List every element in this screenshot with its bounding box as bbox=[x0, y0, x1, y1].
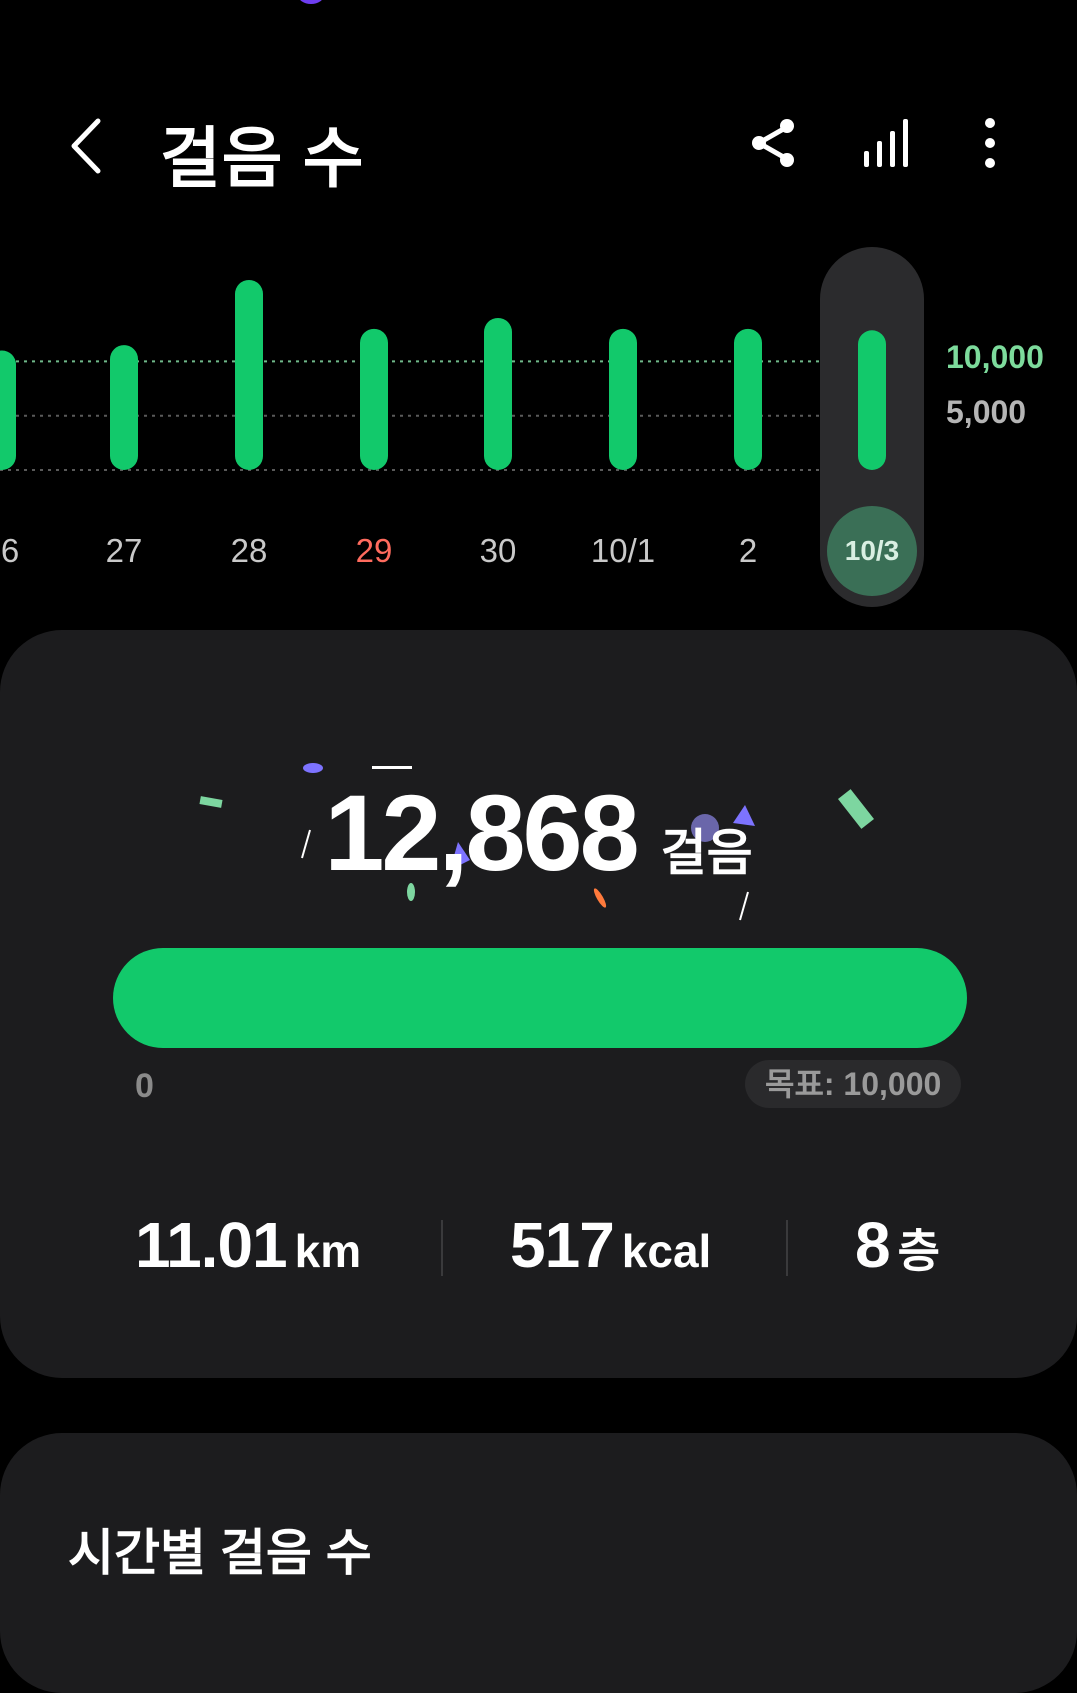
more-options-button[interactable] bbox=[960, 113, 1020, 173]
page-title: 걸음 수 bbox=[160, 121, 365, 195]
metric-divider bbox=[786, 1220, 788, 1276]
chart-x-label[interactable]: 28 bbox=[231, 532, 268, 570]
chart-x-label[interactable]: 30 bbox=[480, 532, 517, 570]
distance-metric: 11.01 km bbox=[135, 1208, 361, 1282]
daily-steps-chart: 6 27 28 29 30 10/1 2 10/3 10,000 5,000 bbox=[0, 245, 1077, 615]
calories-metric: 517 kcal bbox=[510, 1208, 711, 1282]
chart-bar[interactable] bbox=[609, 328, 637, 470]
distance-unit: km bbox=[294, 1225, 362, 1277]
share-icon bbox=[752, 119, 794, 167]
chart-x-label[interactable]: 2 bbox=[739, 532, 757, 570]
chart-y-label: 5,000 bbox=[946, 393, 1027, 430]
chart-bar[interactable] bbox=[734, 328, 762, 470]
chart-bar[interactable] bbox=[235, 279, 263, 470]
activity-metrics: 11.01 km 517 kcal 8층 bbox=[0, 1208, 1077, 1298]
calories-value: 517 bbox=[510, 1209, 615, 1281]
app-header: 걸음 수 bbox=[0, 95, 1077, 195]
goal-progress-bar bbox=[113, 948, 967, 1048]
status-bar-fragment bbox=[290, 0, 430, 6]
status-indicator-icon bbox=[298, 0, 324, 4]
stats-button[interactable] bbox=[858, 113, 918, 173]
chevron-left-icon bbox=[71, 118, 101, 174]
chart-bar[interactable] bbox=[110, 345, 138, 470]
distance-value: 11.01 bbox=[135, 1209, 288, 1281]
chart-bar[interactable] bbox=[0, 350, 16, 470]
bar-chart-icon bbox=[864, 119, 908, 167]
progress-min-label: 0 bbox=[135, 1067, 154, 1105]
chart-y-label: 10,000 bbox=[946, 339, 1044, 376]
goal-label[interactable]: 목표: 10,000 bbox=[745, 1060, 962, 1108]
chart-x-label[interactable]: 27 bbox=[106, 532, 143, 570]
metric-divider bbox=[441, 1220, 443, 1276]
more-vertical-icon bbox=[985, 118, 995, 168]
chart-bar[interactable] bbox=[484, 317, 512, 470]
chart-x-label[interactable]: 29 bbox=[356, 532, 393, 570]
hourly-steps-card[interactable]: 시간별 걸음 수 bbox=[0, 1433, 1077, 1693]
step-count-unit: 걸음 bbox=[660, 825, 753, 881]
chart-x-label[interactable]: 10/1 bbox=[591, 532, 655, 570]
chart-plot bbox=[0, 247, 924, 607]
chart-bar[interactable] bbox=[858, 330, 886, 470]
chart-x-label[interactable]: 10/3 bbox=[845, 535, 900, 567]
floors-value: 8 bbox=[855, 1209, 891, 1281]
chart-x-label[interactable]: 6 bbox=[1, 532, 19, 570]
calories-unit: kcal bbox=[621, 1225, 712, 1277]
chart-bar[interactable] bbox=[360, 328, 388, 470]
back-button[interactable] bbox=[62, 113, 112, 179]
share-button[interactable] bbox=[745, 113, 805, 173]
step-count-value: 12,868 bbox=[324, 772, 639, 893]
hourly-steps-title: 시간별 걸음 수 bbox=[68, 1525, 372, 1581]
daily-summary-card: 12,868 걸음 0 목표: 10,000 11.01 km 517 kcal 8층 bbox=[0, 630, 1077, 1378]
floors-metric: 8층 bbox=[855, 1208, 940, 1282]
step-count: 12,868 걸음 bbox=[0, 770, 1077, 895]
floors-unit: 층 bbox=[897, 1225, 940, 1277]
